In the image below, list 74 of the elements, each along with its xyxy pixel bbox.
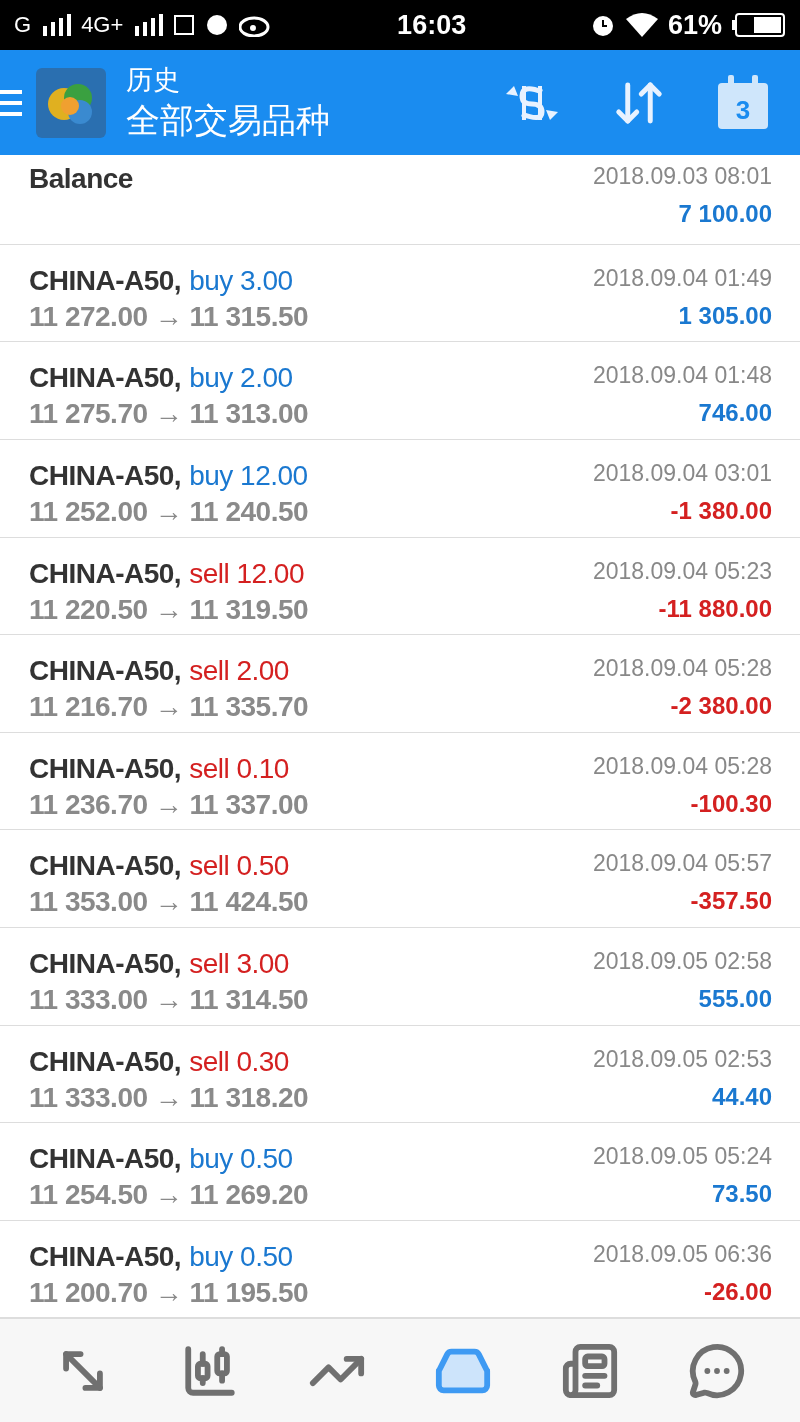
price-range: 11 333.00 → 11 318.20: [29, 1081, 309, 1114]
profit-amount: -1 380.00: [670, 497, 772, 526]
balance-label: Balance: [29, 162, 133, 195]
deal-time: 2018.09.04 05:23: [592, 557, 772, 585]
deal-time: 2018.09.04 03:01: [592, 460, 772, 488]
carrier-label: 4G+: [81, 12, 124, 39]
carrier-label: G: [14, 12, 32, 39]
price-range: 11 275.70 → 11 313.00: [29, 398, 309, 431]
symbol-name: CHINA-A50,: [29, 1240, 182, 1273]
price-range: 11 236.70 → 11 337.00: [29, 788, 309, 821]
clock-time: 16:03: [397, 9, 467, 41]
profit-amount: 1 305.00: [678, 301, 772, 330]
order-side-volume: buy 0.50: [189, 1143, 293, 1176]
profit-amount: -11 880.00: [658, 594, 772, 623]
price-range: 11 216.70 → 11 335.70: [29, 691, 309, 724]
symbol-name: CHINA-A50,: [29, 1143, 182, 1176]
deal-time: 2018.09.04 05:28: [592, 752, 772, 780]
symbol-name: CHINA-A50,: [29, 752, 182, 785]
order-side-volume: sell 12.00: [189, 557, 304, 590]
symbol-name: CHINA-A50,: [29, 655, 182, 688]
symbol-name: CHINA-A50,: [29, 557, 182, 590]
order-side-volume: sell 3.00: [189, 948, 289, 980]
screen-title: 历史: [126, 63, 181, 97]
price-range: 11 200.70 → 11 195.50: [29, 1276, 309, 1309]
app-logo: [36, 67, 106, 138]
profit-amount: 746.00: [698, 399, 772, 428]
deal-time: 2018.09.04 01:48: [592, 362, 772, 390]
profit-amount: 555.00: [698, 985, 772, 1013]
symbol-name: CHINA-A50,: [29, 1045, 182, 1078]
order-side-volume: buy 3.00: [189, 264, 293, 297]
symbol-name: CHINA-A50,: [29, 460, 182, 493]
profit-amount: 73.50: [711, 1180, 772, 1209]
profit-amount: -357.50: [690, 887, 772, 916]
order-side-volume: sell 0.30: [189, 1045, 289, 1078]
symbol-filter[interactable]: 全部交易品种: [126, 97, 452, 144]
deal-time: 2018.09.05 02:53: [592, 1045, 772, 1073]
order-side-volume: sell 2.00: [189, 655, 289, 688]
profit-amount: -26.00: [703, 1277, 772, 1306]
app-icon: [173, 14, 196, 37]
planet-icon: [205, 14, 230, 37]
symbol-name: CHINA-A50,: [29, 850, 182, 883]
order-side-volume: buy 2.00: [189, 362, 293, 395]
order-side-volume: sell 0.50: [189, 850, 289, 883]
signal-icon: [41, 14, 72, 37]
battery-icon: [732, 13, 786, 38]
deal-time: 2018.09.05 02:58: [592, 948, 772, 975]
signal-icon: [133, 14, 164, 37]
symbol-name: CHINA-A50,: [29, 362, 182, 395]
profit-amount: 7 100.00: [678, 199, 772, 228]
profit-amount: -100.30: [690, 789, 772, 818]
price-range: 11 272.00 → 11 315.50: [29, 300, 309, 333]
profit-amount: 44.40: [711, 1082, 772, 1111]
price-range: 11 254.50 → 11 269.20: [29, 1179, 309, 1212]
symbol-name: CHINA-A50,: [29, 948, 182, 980]
menu-icon[interactable]: [0, 87, 22, 118]
deal-time: 2018.09.04 01:49: [592, 264, 772, 292]
price-range: 11 220.50 → 11 319.50: [29, 593, 309, 626]
order-side-volume: buy 12.00: [189, 460, 308, 493]
price-range: 11 333.00 → 11 314.50: [29, 984, 309, 1016]
deal-time: 2018.09.04 05:28: [592, 655, 772, 683]
deal-time: 2018.09.03 08:01: [592, 162, 772, 190]
newspaper-icon: [560, 1341, 619, 1400]
battery-percent: 61%: [667, 9, 722, 41]
price-range: 11 353.00 → 11 424.50: [29, 886, 309, 919]
deal-time: 2018.09.05 05:24: [592, 1143, 772, 1171]
deal-time: 2018.09.04 05:57: [592, 850, 772, 878]
order-side-volume: sell 0.10: [189, 752, 289, 785]
deal-time: 2018.09.05 06:36: [592, 1240, 772, 1268]
profit-amount: -2 380.00: [670, 692, 772, 721]
order-side-volume: buy 0.50: [189, 1240, 293, 1273]
chat-bubble-icon: [687, 1341, 746, 1400]
wifi-icon: [625, 13, 658, 38]
price-range: 11 252.00 → 11 240.50: [29, 496, 309, 529]
symbol-name: CHINA-A50,: [29, 264, 182, 297]
